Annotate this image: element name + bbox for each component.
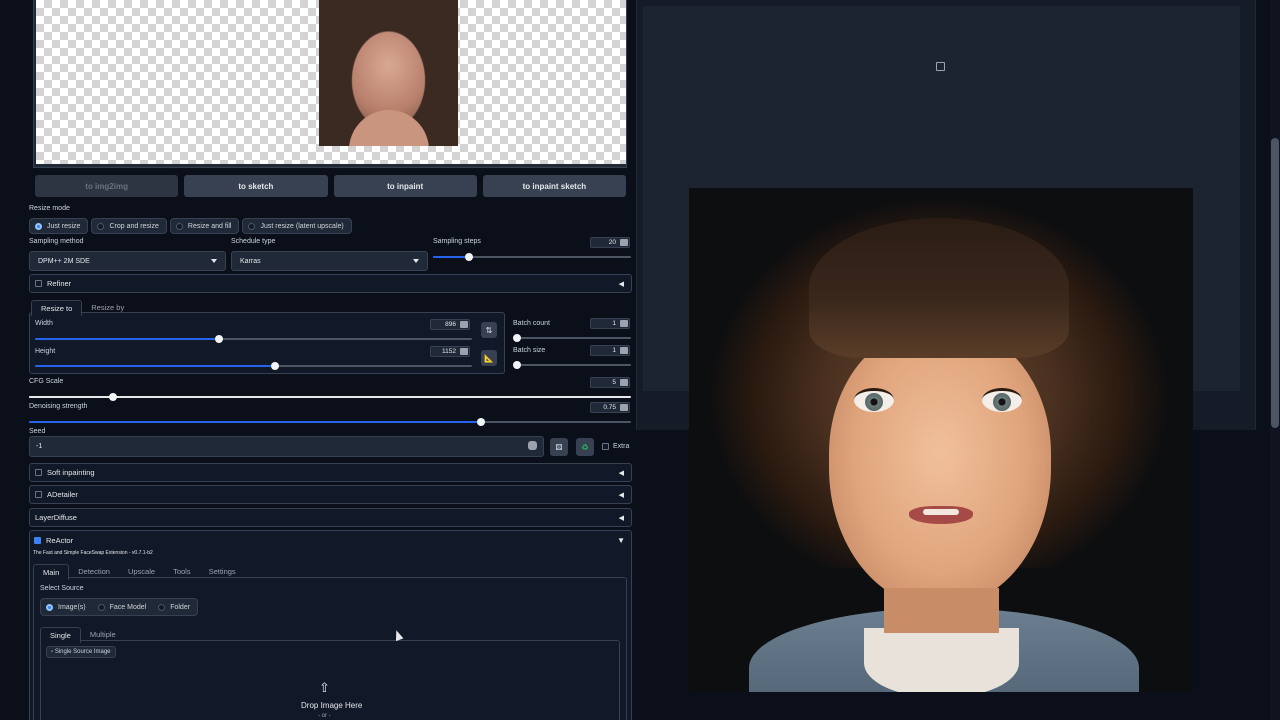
tab-main[interactable]: Main	[33, 564, 70, 580]
select-source-label: Select Source	[40, 585, 84, 592]
batch-count-label: Batch count	[513, 320, 550, 327]
to-sketch-button[interactable]: to sketch	[184, 175, 328, 197]
to-img2img-button[interactable]: to img2img	[35, 175, 179, 197]
seed-label: Seed	[29, 428, 46, 435]
chevron-down-icon	[211, 259, 217, 263]
refiner-accordion[interactable]: Refiner ◀	[29, 274, 632, 293]
radio-images[interactable]: Image(s)	[41, 599, 93, 615]
left-eye-shape	[854, 388, 894, 412]
swap-dimensions-icon[interactable]: ⇅	[481, 322, 497, 338]
settings-column: to img2img to sketch to inpaint to inpai…	[28, 0, 633, 720]
expand-triangle-icon: ▼	[617, 536, 625, 545]
soft-inpainting-accordion[interactable]: Soft inpainting ◀	[29, 463, 632, 482]
width-slider[interactable]	[35, 335, 472, 343]
seed-spin-icon[interactable]	[528, 441, 537, 450]
collapse-triangle-icon: ◀	[618, 469, 624, 477]
tab-resize-by[interactable]: Resize by	[82, 300, 133, 316]
tab-upscale[interactable]: Upscale	[119, 564, 164, 580]
seed-input[interactable]: -1	[29, 436, 544, 457]
width-input[interactable]: 896	[430, 319, 470, 330]
sampling-method-label: Sampling method	[29, 238, 84, 245]
source-radios: Image(s) Face Model Folder	[40, 598, 199, 616]
size-tabs: Resize to Resize by	[31, 300, 133, 316]
chevron-down-icon	[413, 259, 419, 263]
reactor-tabs: Main Detection Upscale Tools Settings	[33, 564, 245, 580]
face-shape	[829, 328, 1051, 608]
upload-icon[interactable]: ⇧	[319, 680, 330, 696]
or-text: - or -	[318, 713, 331, 719]
radio-face-model[interactable]: Face Model	[92, 599, 154, 615]
batch-count-input[interactable]: 1	[590, 318, 630, 329]
ruler-icon[interactable]: 📐	[481, 350, 497, 366]
schedule-type-select[interactable]: Karras	[231, 251, 428, 271]
drop-image-text[interactable]: Drop Image Here	[301, 701, 362, 710]
height-input[interactable]: 1152	[430, 346, 470, 357]
batch-count-slider[interactable]	[513, 334, 631, 342]
radio-resize-and-fill[interactable]: Resize and fill	[169, 218, 240, 234]
collapse-triangle-icon: ◀	[618, 280, 624, 288]
image-placeholder-icon	[936, 62, 945, 71]
sampling-steps-label: Sampling steps	[433, 238, 481, 245]
batch-size-input[interactable]: 1	[590, 345, 630, 356]
resize-mode-radios: Just resize Crop and resize Resize and f…	[29, 218, 352, 234]
batch-size-slider[interactable]	[513, 361, 631, 369]
sampling-method-select[interactable]: DPM++ 2M SDE	[29, 251, 226, 271]
refiner-checkbox[interactable]	[35, 280, 42, 287]
tab-resize-to[interactable]: Resize to	[31, 300, 83, 316]
tab-settings[interactable]: Settings	[200, 564, 245, 580]
recycle-icon[interactable]: ♻	[576, 438, 594, 456]
height-slider[interactable]	[35, 362, 472, 370]
send-to-toolbar: to img2img to sketch to inpaint to inpai…	[35, 175, 626, 197]
reactor-checkbox[interactable]	[34, 537, 41, 544]
reactor-subtitle: The Fast and Simple FaceSwap Extension -…	[33, 550, 153, 556]
tab-detection[interactable]: Detection	[69, 564, 119, 580]
cfg-scale-input[interactable]: 5	[590, 377, 630, 388]
radio-crop-and-resize[interactable]: Crop and resize	[91, 218, 167, 234]
collapse-triangle-icon: ◀	[618, 491, 624, 499]
sampling-steps-slider[interactable]	[433, 253, 631, 261]
extra-checkbox[interactable]	[602, 443, 609, 450]
tab-multiple[interactable]: Multiple	[81, 627, 125, 643]
shirt-collar-shape	[864, 628, 1019, 692]
neck-shape	[884, 588, 999, 633]
generated-image[interactable]	[689, 188, 1193, 692]
radio-just-resize[interactable]: Just resize	[29, 218, 89, 234]
bangs-shape	[809, 218, 1069, 358]
schedule-type-label: Schedule type	[231, 238, 276, 245]
batch-size-label: Batch size	[513, 347, 546, 354]
denoising-strength-input[interactable]: 0.75	[590, 402, 630, 413]
source-image-label: ▫ Single Source Image	[46, 646, 116, 658]
soft-inpainting-checkbox[interactable]	[35, 469, 42, 476]
to-inpaint-sketch-button[interactable]: to inpaint sketch	[482, 175, 626, 197]
denoising-strength-slider[interactable]	[29, 418, 631, 426]
collapse-triangle-icon: ◀	[618, 514, 624, 522]
extra-label: Extra	[613, 443, 630, 450]
adetailer-accordion[interactable]: ADetailer ◀	[29, 485, 632, 504]
resize-mode-label: Resize mode	[29, 205, 70, 212]
source-portrait-image	[319, 0, 458, 146]
dice-icon[interactable]: ⚄	[550, 438, 568, 456]
denoising-strength-label: Denoising strength	[29, 403, 88, 410]
image-icon: ▫	[51, 649, 54, 655]
right-eye-shape	[982, 388, 1022, 412]
width-label: Width	[35, 320, 53, 327]
radio-folder[interactable]: Folder	[153, 599, 198, 615]
webui-root: to img2img to sketch to inpaint to inpai…	[0, 0, 1280, 720]
radio-just-resize-latent[interactable]: Just resize (latent upscale)	[242, 218, 352, 234]
cfg-scale-slider[interactable]	[29, 393, 631, 401]
input-image-box[interactable]	[33, 0, 627, 168]
cfg-scale-label: CFG Scale	[29, 378, 64, 385]
tab-single[interactable]: Single	[40, 627, 81, 643]
adetailer-checkbox[interactable]	[35, 491, 42, 498]
height-label: Height	[35, 348, 56, 355]
sampling-steps-input[interactable]: 20	[590, 237, 630, 248]
scrollbar-thumb[interactable]	[1271, 138, 1279, 428]
reactor-accordion-header[interactable]: ReActor ▼	[29, 531, 632, 550]
single-multiple-tabs: Single Multiple	[40, 627, 125, 643]
mouth-shape	[909, 506, 973, 524]
layerdiffuse-accordion[interactable]: LayerDiffuse ◀	[29, 508, 632, 527]
to-inpaint-button[interactable]: to inpaint	[333, 175, 477, 197]
tab-tools[interactable]: Tools	[164, 564, 200, 580]
